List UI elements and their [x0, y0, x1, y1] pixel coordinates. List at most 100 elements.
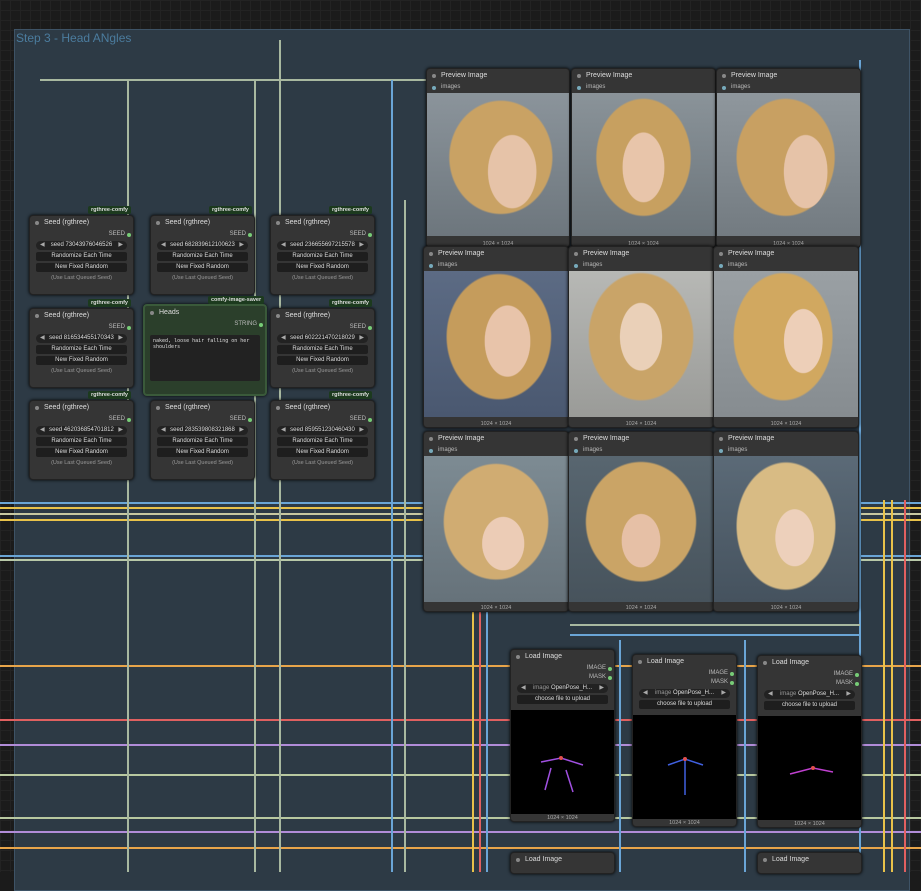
- heads-node[interactable]: comfy-image-saver Heads STRING naked, lo…: [143, 296, 267, 396]
- new-fixed-random-button[interactable]: New Fixed Random: [36, 356, 127, 365]
- arrow-left-icon[interactable]: ◀: [281, 334, 286, 343]
- node-title[interactable]: Heads: [145, 306, 265, 320]
- arrow-left-icon[interactable]: ◀: [40, 426, 45, 435]
- load-image-node[interactable]: Load Image IMAGE MASK ◀ image OpenPose_H.…: [632, 654, 737, 827]
- new-fixed-random-button[interactable]: New Fixed Random: [157, 263, 248, 272]
- images-input[interactable]: images: [424, 261, 568, 270]
- seed-output[interactable]: SEED: [30, 415, 133, 424]
- preview-image-node[interactable]: Preview Image images 1024 × 1024: [426, 68, 570, 248]
- use-last-seed-button[interactable]: (Use Last Queued Seed): [277, 459, 368, 468]
- images-input[interactable]: images: [569, 446, 713, 455]
- new-fixed-random-button[interactable]: New Fixed Random: [36, 263, 127, 272]
- node-title[interactable]: Preview Image: [572, 69, 715, 83]
- use-last-seed-button[interactable]: (Use Last Queued Seed): [277, 367, 368, 376]
- preview-image-node[interactable]: Preview Image images 1024 × 1024: [713, 246, 859, 428]
- node-title[interactable]: Load Image: [511, 650, 614, 664]
- arrow-right-icon[interactable]: ▶: [118, 426, 123, 435]
- node-title[interactable]: Seed (rgthree): [30, 216, 133, 230]
- node-title[interactable]: Seed (rgthree): [151, 216, 254, 230]
- arrow-left-icon[interactable]: ◀: [521, 684, 526, 693]
- image-select-widget[interactable]: ◀ image OpenPose_H... ▶: [517, 684, 608, 693]
- arrow-left-icon[interactable]: ◀: [161, 426, 166, 435]
- arrow-left-icon[interactable]: ◀: [281, 426, 286, 435]
- images-input[interactable]: images: [427, 83, 569, 92]
- preview-image-node[interactable]: Preview Image images 1024 × 1024: [713, 431, 859, 612]
- node-title[interactable]: Preview Image: [427, 69, 569, 83]
- seed-node[interactable]: rgthree-comfy Seed (rgthree) SEED ◀ seed …: [270, 391, 375, 480]
- seed-output[interactable]: SEED: [151, 230, 254, 239]
- randomize-button[interactable]: Randomize Each Time: [157, 252, 248, 261]
- arrow-right-icon[interactable]: ▶: [118, 334, 123, 343]
- node-title[interactable]: Seed (rgthree): [30, 309, 133, 323]
- image-output[interactable]: IMAGE: [758, 670, 861, 679]
- arrow-left-icon[interactable]: ◀: [281, 241, 286, 250]
- upload-button[interactable]: choose file to upload: [764, 701, 855, 710]
- node-title[interactable]: Load Image: [633, 655, 736, 669]
- seed-node[interactable]: rgthree-comfy Seed (rgthree) SEED ◀ seed …: [29, 206, 134, 295]
- load-image-node[interactable]: Load Image: [510, 852, 615, 874]
- image-select-widget[interactable]: ◀ image OpenPose_H... ▶: [639, 689, 730, 698]
- randomize-button[interactable]: Randomize Each Time: [36, 345, 127, 354]
- arrow-left-icon[interactable]: ◀: [40, 241, 45, 250]
- arrow-right-icon[interactable]: ▶: [599, 684, 604, 693]
- load-image-node[interactable]: Load Image: [757, 852, 862, 874]
- node-title[interactable]: Preview Image: [569, 432, 713, 446]
- upload-button[interactable]: choose file to upload: [517, 695, 608, 704]
- preview-image-node[interactable]: Preview Image images 1024 × 1024: [716, 68, 861, 248]
- seed-output[interactable]: SEED: [271, 230, 374, 239]
- images-input[interactable]: images: [424, 446, 568, 455]
- upload-button[interactable]: choose file to upload: [639, 700, 730, 709]
- arrow-right-icon[interactable]: ▶: [118, 241, 123, 250]
- randomize-button[interactable]: Randomize Each Time: [277, 252, 368, 261]
- seed-value-widget[interactable]: ◀ seed 462036854701812 ▶: [36, 426, 127, 435]
- seed-value-widget[interactable]: ◀ seed 73043976046526 ▶: [36, 241, 127, 250]
- new-fixed-random-button[interactable]: New Fixed Random: [36, 448, 127, 457]
- arrow-left-icon[interactable]: ◀: [161, 241, 166, 250]
- mask-output[interactable]: MASK: [758, 679, 861, 688]
- seed-output[interactable]: SEED: [30, 323, 133, 332]
- arrow-right-icon[interactable]: ▶: [239, 426, 244, 435]
- seed-value-widget[interactable]: ◀ seed 236655697215578 ▶: [277, 241, 368, 250]
- randomize-button[interactable]: Randomize Each Time: [36, 437, 127, 446]
- node-title[interactable]: Preview Image: [714, 247, 858, 261]
- mask-output[interactable]: MASK: [633, 678, 736, 687]
- arrow-left-icon[interactable]: ◀: [768, 690, 773, 699]
- node-title[interactable]: Preview Image: [717, 69, 860, 83]
- new-fixed-random-button[interactable]: New Fixed Random: [277, 263, 368, 272]
- arrow-right-icon[interactable]: ▶: [846, 690, 851, 699]
- string-output[interactable]: STRING: [145, 320, 265, 329]
- seed-value-widget[interactable]: ◀ seed 816534455170343 ▶: [36, 334, 127, 343]
- node-title[interactable]: Seed (rgthree): [151, 401, 254, 415]
- arrow-right-icon[interactable]: ▶: [359, 334, 364, 343]
- preview-image-node[interactable]: Preview Image images 1024 × 1024: [568, 431, 714, 612]
- arrow-right-icon[interactable]: ▶: [721, 689, 726, 698]
- seed-node[interactable]: rgthree-comfy Seed (rgthree) SEED ◀ seed …: [270, 299, 375, 388]
- node-title[interactable]: Seed (rgthree): [30, 401, 133, 415]
- node-title[interactable]: Preview Image: [424, 247, 568, 261]
- randomize-button[interactable]: Randomize Each Time: [157, 437, 248, 446]
- image-select-widget[interactable]: ◀ image OpenPose_H... ▶: [764, 690, 855, 699]
- seed-node[interactable]: rgthree-comfy Seed (rgthree) SEED ◀ seed …: [270, 206, 375, 295]
- arrow-right-icon[interactable]: ▶: [359, 241, 364, 250]
- new-fixed-random-button[interactable]: New Fixed Random: [277, 448, 368, 457]
- seed-output[interactable]: SEED: [271, 323, 374, 332]
- use-last-seed-button[interactable]: (Use Last Queued Seed): [157, 274, 248, 283]
- seed-node[interactable]: rgthree-comfy Seed (rgthree) SEED ◀ seed …: [29, 391, 134, 480]
- images-input[interactable]: images: [569, 261, 713, 270]
- preview-image-node[interactable]: Preview Image images 1024 × 1024: [571, 68, 716, 248]
- seed-node[interactable]: rgthree-comfy Seed (rgthree) SEED ◀ seed …: [150, 206, 255, 295]
- node-title[interactable]: Load Image: [511, 853, 614, 867]
- prompt-textarea[interactable]: naked, loose hair falling on her shoulde…: [150, 335, 260, 381]
- use-last-seed-button[interactable]: (Use Last Queued Seed): [277, 274, 368, 283]
- mask-output[interactable]: MASK: [511, 673, 614, 682]
- seed-output[interactable]: SEED: [271, 415, 374, 424]
- use-last-seed-button[interactable]: (Use Last Queued Seed): [36, 367, 127, 376]
- load-image-node[interactable]: Load Image IMAGE MASK ◀ image OpenPose_H.…: [510, 649, 615, 822]
- node-title[interactable]: Seed (rgthree): [271, 309, 374, 323]
- node-title[interactable]: Load Image: [758, 853, 861, 867]
- seed-value-widget[interactable]: ◀ seed 602221470218029 ▶: [277, 334, 368, 343]
- node-title[interactable]: Preview Image: [569, 247, 713, 261]
- node-title[interactable]: Preview Image: [424, 432, 568, 446]
- image-output[interactable]: IMAGE: [633, 669, 736, 678]
- preview-image-node[interactable]: Preview Image images 1024 × 1024: [423, 246, 569, 428]
